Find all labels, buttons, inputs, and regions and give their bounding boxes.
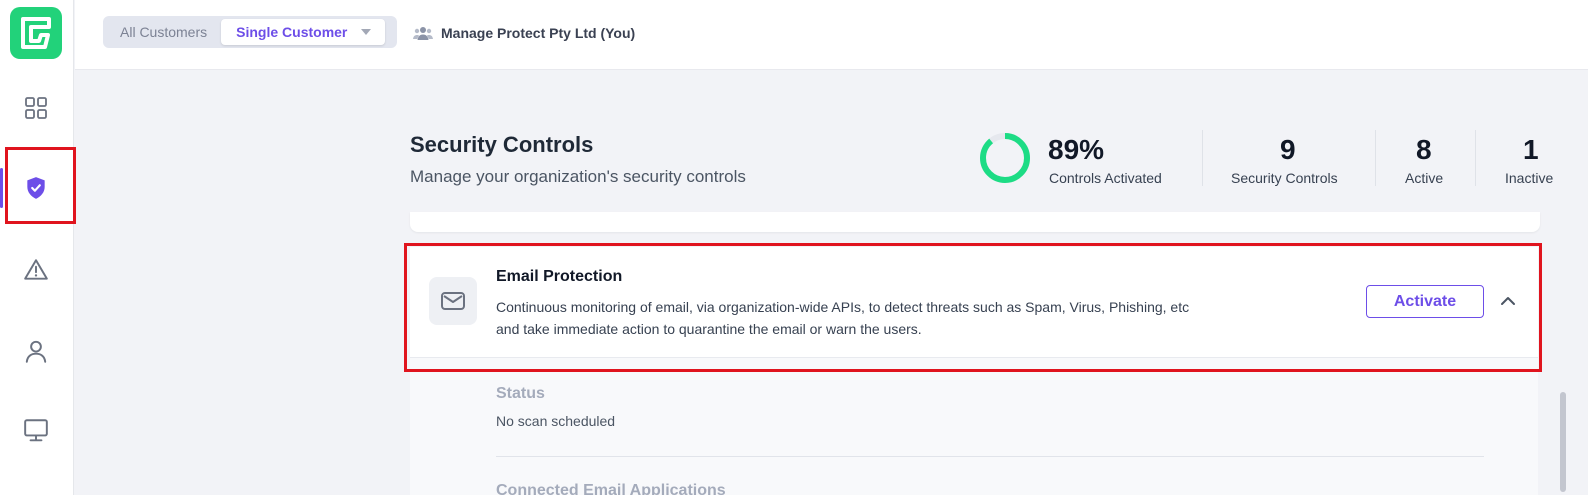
app-logo[interactable] [10,7,62,59]
stat-divider [1375,130,1376,186]
stat-divider [1475,130,1476,186]
controls-activated-ring [980,133,1030,183]
top-bar: All Customers Single Customer Manage Pro… [75,0,1588,70]
customer-scope-toggle: All Customers Single Customer [103,16,397,48]
page-scrollbar[interactable] [1558,72,1568,495]
security-controls-count: 9 [1280,134,1296,165]
current-customer: Manage Protect Pty Ltd (You) [413,22,635,44]
section-divider [496,456,1484,457]
warning-icon [24,259,48,280]
connected-apps-label: Connected Email Applications [496,482,726,495]
page-title: Security Controls [410,132,594,157]
status-label: Status [496,385,545,402]
users-group-icon [413,27,433,40]
monitor-icon [24,419,48,442]
page-subtitle: Manage your organization's security cont… [410,167,746,186]
user-icon [25,340,47,363]
grid-icon [25,97,47,119]
customer-name: Manage Protect Pty Ltd (You) [441,25,636,41]
sidebar [0,0,76,495]
sidebar-item-users[interactable] [18,333,54,369]
highlight-box-card [404,243,1542,372]
sidebar-item-dashboard[interactable] [18,90,54,126]
scope-single-customer-label: Single Customer [236,24,348,40]
scope-single-customer-dropdown[interactable]: Single Customer [221,19,386,45]
highlight-box-sidebar [5,147,76,224]
sidebar-active-indicator [0,168,3,208]
controls-activated-value: 89% [1048,134,1105,165]
active-count: 8 [1416,134,1432,165]
scope-all-customers[interactable]: All Customers [106,19,221,45]
scrollbar-thumb[interactable] [1560,392,1566,492]
sidebar-item-devices[interactable] [18,412,54,448]
previous-control-card [410,212,1540,232]
logo-icon [21,17,51,49]
inactive-count: 1 [1523,134,1539,165]
caret-down-icon [361,29,372,35]
inactive-label: Inactive [1505,170,1554,186]
controls-activated-arc [980,133,1030,183]
controls-activated-label: Controls Activated [1049,170,1162,186]
sidebar-item-alerts[interactable] [18,252,54,288]
status-value: No scan scheduled [496,413,616,429]
active-label: Active [1405,170,1444,186]
security-controls-label: Security Controls [1231,170,1338,186]
stat-divider [1202,130,1203,186]
